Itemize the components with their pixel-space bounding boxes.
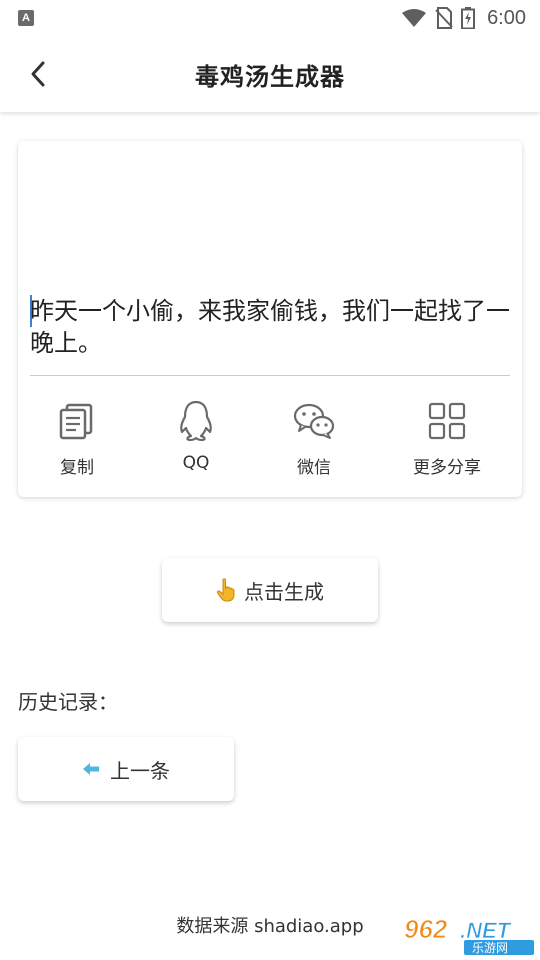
- battery-charging-icon: [461, 7, 476, 29]
- status-icons: 6:00: [401, 7, 526, 30]
- copy-icon: [55, 399, 99, 443]
- previous-button[interactable]: 上一条: [18, 737, 234, 801]
- copy-button[interactable]: 复制: [22, 399, 132, 479]
- status-time: 6:00: [487, 6, 526, 29]
- svg-text:乐游网: 乐游网: [472, 941, 508, 955]
- previous-label: 上一条: [110, 758, 170, 783]
- generate-button[interactable]: 点击生成: [162, 558, 378, 622]
- grid-icon: [425, 399, 469, 443]
- arrow-left-icon: [83, 763, 99, 775]
- wechat-share-button[interactable]: 微信: [259, 399, 369, 479]
- card-divider: [30, 375, 510, 376]
- wechat-label: 微信: [297, 458, 331, 478]
- notification-icon: A: [18, 10, 34, 26]
- status-bar: A 6:00: [0, 0, 540, 36]
- app-header: 毒鸡汤生成器: [0, 36, 540, 112]
- more-share-label: 更多分享: [413, 458, 481, 478]
- no-sim-icon: [435, 7, 453, 29]
- more-share-button[interactable]: 更多分享: [392, 399, 502, 479]
- svg-text:962: 962: [404, 914, 448, 944]
- qq-icon: [174, 399, 218, 443]
- back-button[interactable]: [22, 58, 54, 90]
- watermark-logo: 962 .NET 乐游网: [402, 912, 536, 956]
- quote-text[interactable]: 昨天一个小偷，来我家偷钱，我们一起找了一晚上。: [30, 295, 510, 359]
- result-card: 昨天一个小偷，来我家偷钱，我们一起找了一晚上。 复制 QQ 微信 更多分享: [18, 141, 522, 497]
- share-row: 复制 QQ 微信 更多分享: [18, 399, 522, 479]
- pointing-hand-icon: [216, 578, 235, 602]
- svg-text:.NET: .NET: [460, 918, 512, 943]
- chevron-left-icon: [31, 61, 45, 87]
- wifi-icon: [402, 9, 427, 27]
- qq-share-button[interactable]: QQ: [141, 399, 251, 479]
- qq-label: QQ: [182, 453, 210, 473]
- history-title: 历史记录：: [18, 690, 118, 714]
- generate-label: 点击生成: [244, 579, 324, 604]
- copy-label: 复制: [60, 458, 94, 478]
- page-title: 毒鸡汤生成器: [195, 62, 345, 91]
- wechat-icon: [292, 399, 336, 443]
